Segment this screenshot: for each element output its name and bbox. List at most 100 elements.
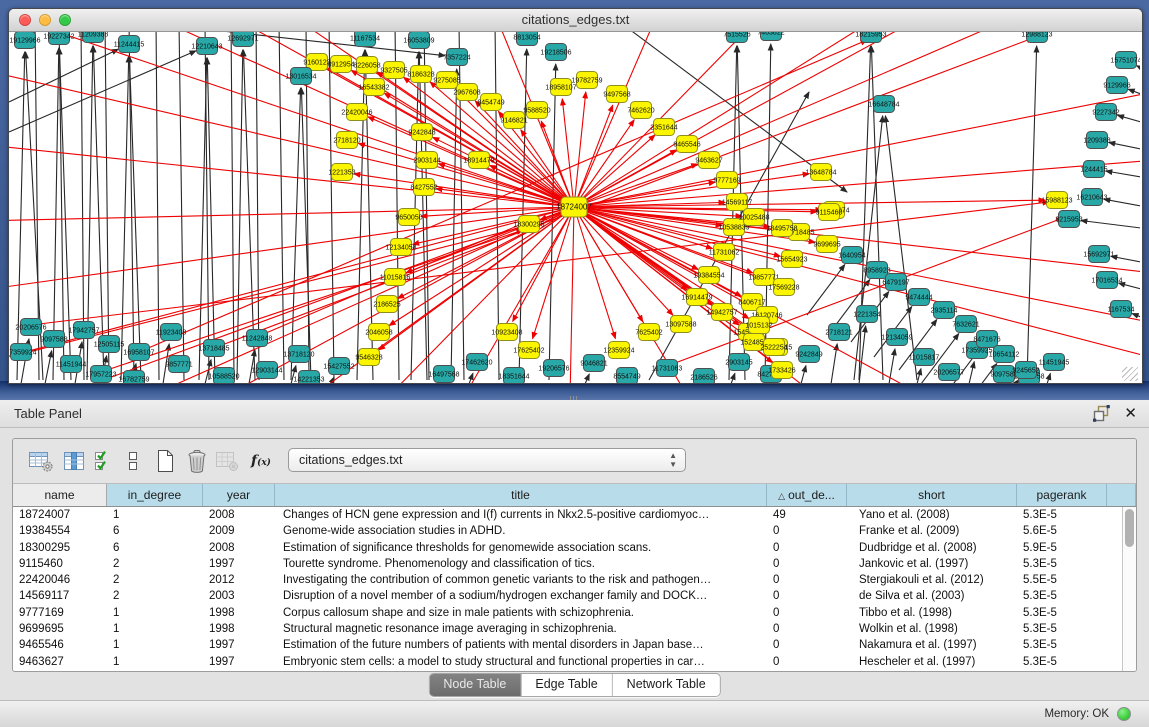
graph-edge <box>357 50 365 380</box>
table-settings-icon[interactable] <box>27 448 55 474</box>
graph-node-label: 9474444 <box>905 295 932 302</box>
table-cell: 22420046 <box>13 572 107 588</box>
graph-node-label: 2718121 <box>825 330 852 337</box>
table-row[interactable]: 1456911722003Disruption of a novel membe… <box>13 588 1136 604</box>
tab-node-table[interactable]: Node Table <box>429 674 521 696</box>
graph-node-label: 10025488 <box>738 215 769 222</box>
table-row[interactable]: 1872400712008Changes of HCN gene express… <box>13 507 1136 523</box>
row-height-icon[interactable] <box>119 448 147 474</box>
table-cell: 19384554 <box>13 523 107 539</box>
graph-node-label: 19384554 <box>693 273 724 280</box>
graph-node-label: 2967608 <box>453 90 480 97</box>
tab-edge-table[interactable]: Edge Table <box>521 674 612 696</box>
table-cell: Nakamura et al. (1997) <box>847 637 1017 653</box>
scrollbar-thumb[interactable] <box>1125 509 1134 547</box>
table-row[interactable]: 946554611997Estimation of the future num… <box>13 637 1136 653</box>
table-cell: Investigating the contribution of common… <box>275 572 767 588</box>
graph-edge <box>574 164 698 207</box>
table-row[interactable]: 969969511998Structural magnetic resonanc… <box>13 621 1136 637</box>
delete-table-disabled-icon[interactable] <box>213 448 241 474</box>
table-browser: f(x) citations_edges.txt ▲▼ namein_degre… <box>12 438 1137 672</box>
select-column-icon[interactable] <box>60 448 88 474</box>
table-cell: 0 <box>767 605 847 621</box>
graph-node-label: 8554749 <box>613 374 640 381</box>
graph-edge <box>59 32 64 380</box>
column-header-pagerank[interactable]: pagerank <box>1017 484 1107 506</box>
close-window-button[interactable] <box>19 14 31 26</box>
graph-edge <box>329 32 334 380</box>
graph-node-label: 17359924 <box>9 350 37 357</box>
vertical-scrollbar[interactable] <box>1122 507 1136 671</box>
graph-node-label: 1244415 <box>1080 167 1107 174</box>
table-cell: 5.3E-5 <box>1017 588 1107 604</box>
graph-node-label: 11451945 <box>1039 360 1070 367</box>
column-header-filler[interactable] <box>1107 484 1136 506</box>
minimize-window-button[interactable] <box>39 14 51 26</box>
delete-trash-icon[interactable] <box>183 448 211 474</box>
graph-node-label: 16543382 <box>358 85 389 92</box>
graph-node-label: 19129966 <box>9 38 40 45</box>
graph-node-label: 9546328 <box>355 355 382 362</box>
graph-node-label: 2903144 <box>413 158 440 165</box>
graph-node-label: 19218506 <box>540 50 571 57</box>
table-row[interactable]: 1830029562008Estimation of significance … <box>13 540 1136 556</box>
memory-status-indicator-icon[interactable] <box>1117 707 1131 721</box>
table-chooser-dropdown[interactable]: citations_edges.txt ▲▼ <box>288 448 686 472</box>
tab-network-table[interactable]: Network Table <box>613 674 720 696</box>
graph-node-label: 8471676 <box>973 337 1000 344</box>
graph-node-label: 15988123 <box>1041 198 1072 205</box>
table-row[interactable]: 1938455462009Genome-wide association stu… <box>13 523 1136 539</box>
graph-edge <box>45 351 52 383</box>
graph-edge <box>424 32 429 380</box>
column-header-name[interactable]: name <box>13 484 107 506</box>
graph-node-label: 18215953 <box>855 32 886 39</box>
table-cell: 2009 <box>203 523 275 539</box>
graph-edge <box>199 58 207 380</box>
graph-node-label: 8215953 <box>1055 217 1082 224</box>
table-row[interactable]: 977716911998Corpus callosum shape and si… <box>13 605 1136 621</box>
float-window-icon[interactable] <box>1093 405 1110 422</box>
table-cell: 9463627 <box>13 654 107 670</box>
citation-network-graph: 1872400791468219588520845474929676089275… <box>9 32 1140 383</box>
graph-node-label: 8813054 <box>513 35 540 42</box>
graph-node-label: 12505115 <box>94 342 125 349</box>
function-builder-icon[interactable]: f(x) <box>247 448 275 474</box>
graph-node-label: 9777169 <box>713 178 740 185</box>
zoom-window-button[interactable] <box>59 14 71 26</box>
column-header-year[interactable]: year <box>203 484 275 506</box>
graph-node-label: 19206576 <box>538 366 569 373</box>
new-table-icon[interactable] <box>151 448 179 474</box>
column-header-short[interactable]: short <box>847 484 1017 506</box>
column-header-out_de...[interactable]: △out_de... <box>767 484 847 506</box>
table-cell: 2 <box>107 588 203 604</box>
graph-node-label: 10923408 <box>491 330 522 337</box>
column-header-title[interactable]: title <box>275 484 767 506</box>
table-cell: 1 <box>107 637 203 653</box>
table-cell: Tibbo et al. (1998) <box>847 605 1017 621</box>
table-row[interactable]: 946362711997Embryonic stem cells: a mode… <box>13 654 1136 670</box>
graph-node-label: 1733426 <box>768 368 795 375</box>
table-row[interactable]: 2242004622012Investigating the contribut… <box>13 572 1136 588</box>
column-header-in_degree[interactable]: in_degree <box>107 484 203 506</box>
table-cell: 2008 <box>203 540 275 556</box>
table-row[interactable]: 911546021997Tourette syndrome. Phenomeno… <box>13 556 1136 572</box>
status-bar: Memory: OK <box>0 700 1149 727</box>
graph-node-label: 8406717 <box>738 300 765 307</box>
table-cell: 0 <box>767 523 847 539</box>
select-rows-check-icon[interactable] <box>91 448 119 474</box>
graph-node-label: 9327505 <box>380 68 407 75</box>
graph-node-label: 9146821 <box>500 118 527 125</box>
canvas-resize-grip[interactable] <box>1122 367 1138 381</box>
graph-node-label: 14569117 <box>722 200 753 207</box>
graph-node-label: 14942757 <box>706 310 737 317</box>
graph-node-label: 9160123 <box>303 60 330 67</box>
network-canvas[interactable]: 1872400791468219588520845474929676089275… <box>9 32 1140 383</box>
close-panel-icon[interactable]: ✕ <box>1124 406 1137 422</box>
table-cell: 1 <box>107 621 203 637</box>
table-cell: 6 <box>107 523 203 539</box>
network-window-titlebar[interactable]: citations_edges.txt <box>9 9 1142 32</box>
table-toolbar: f(x) citations_edges.txt ▲▼ <box>13 439 1136 484</box>
table-cell: 1997 <box>203 556 275 572</box>
table-cell: 0 <box>767 556 847 572</box>
table-cell: 2012 <box>203 572 275 588</box>
